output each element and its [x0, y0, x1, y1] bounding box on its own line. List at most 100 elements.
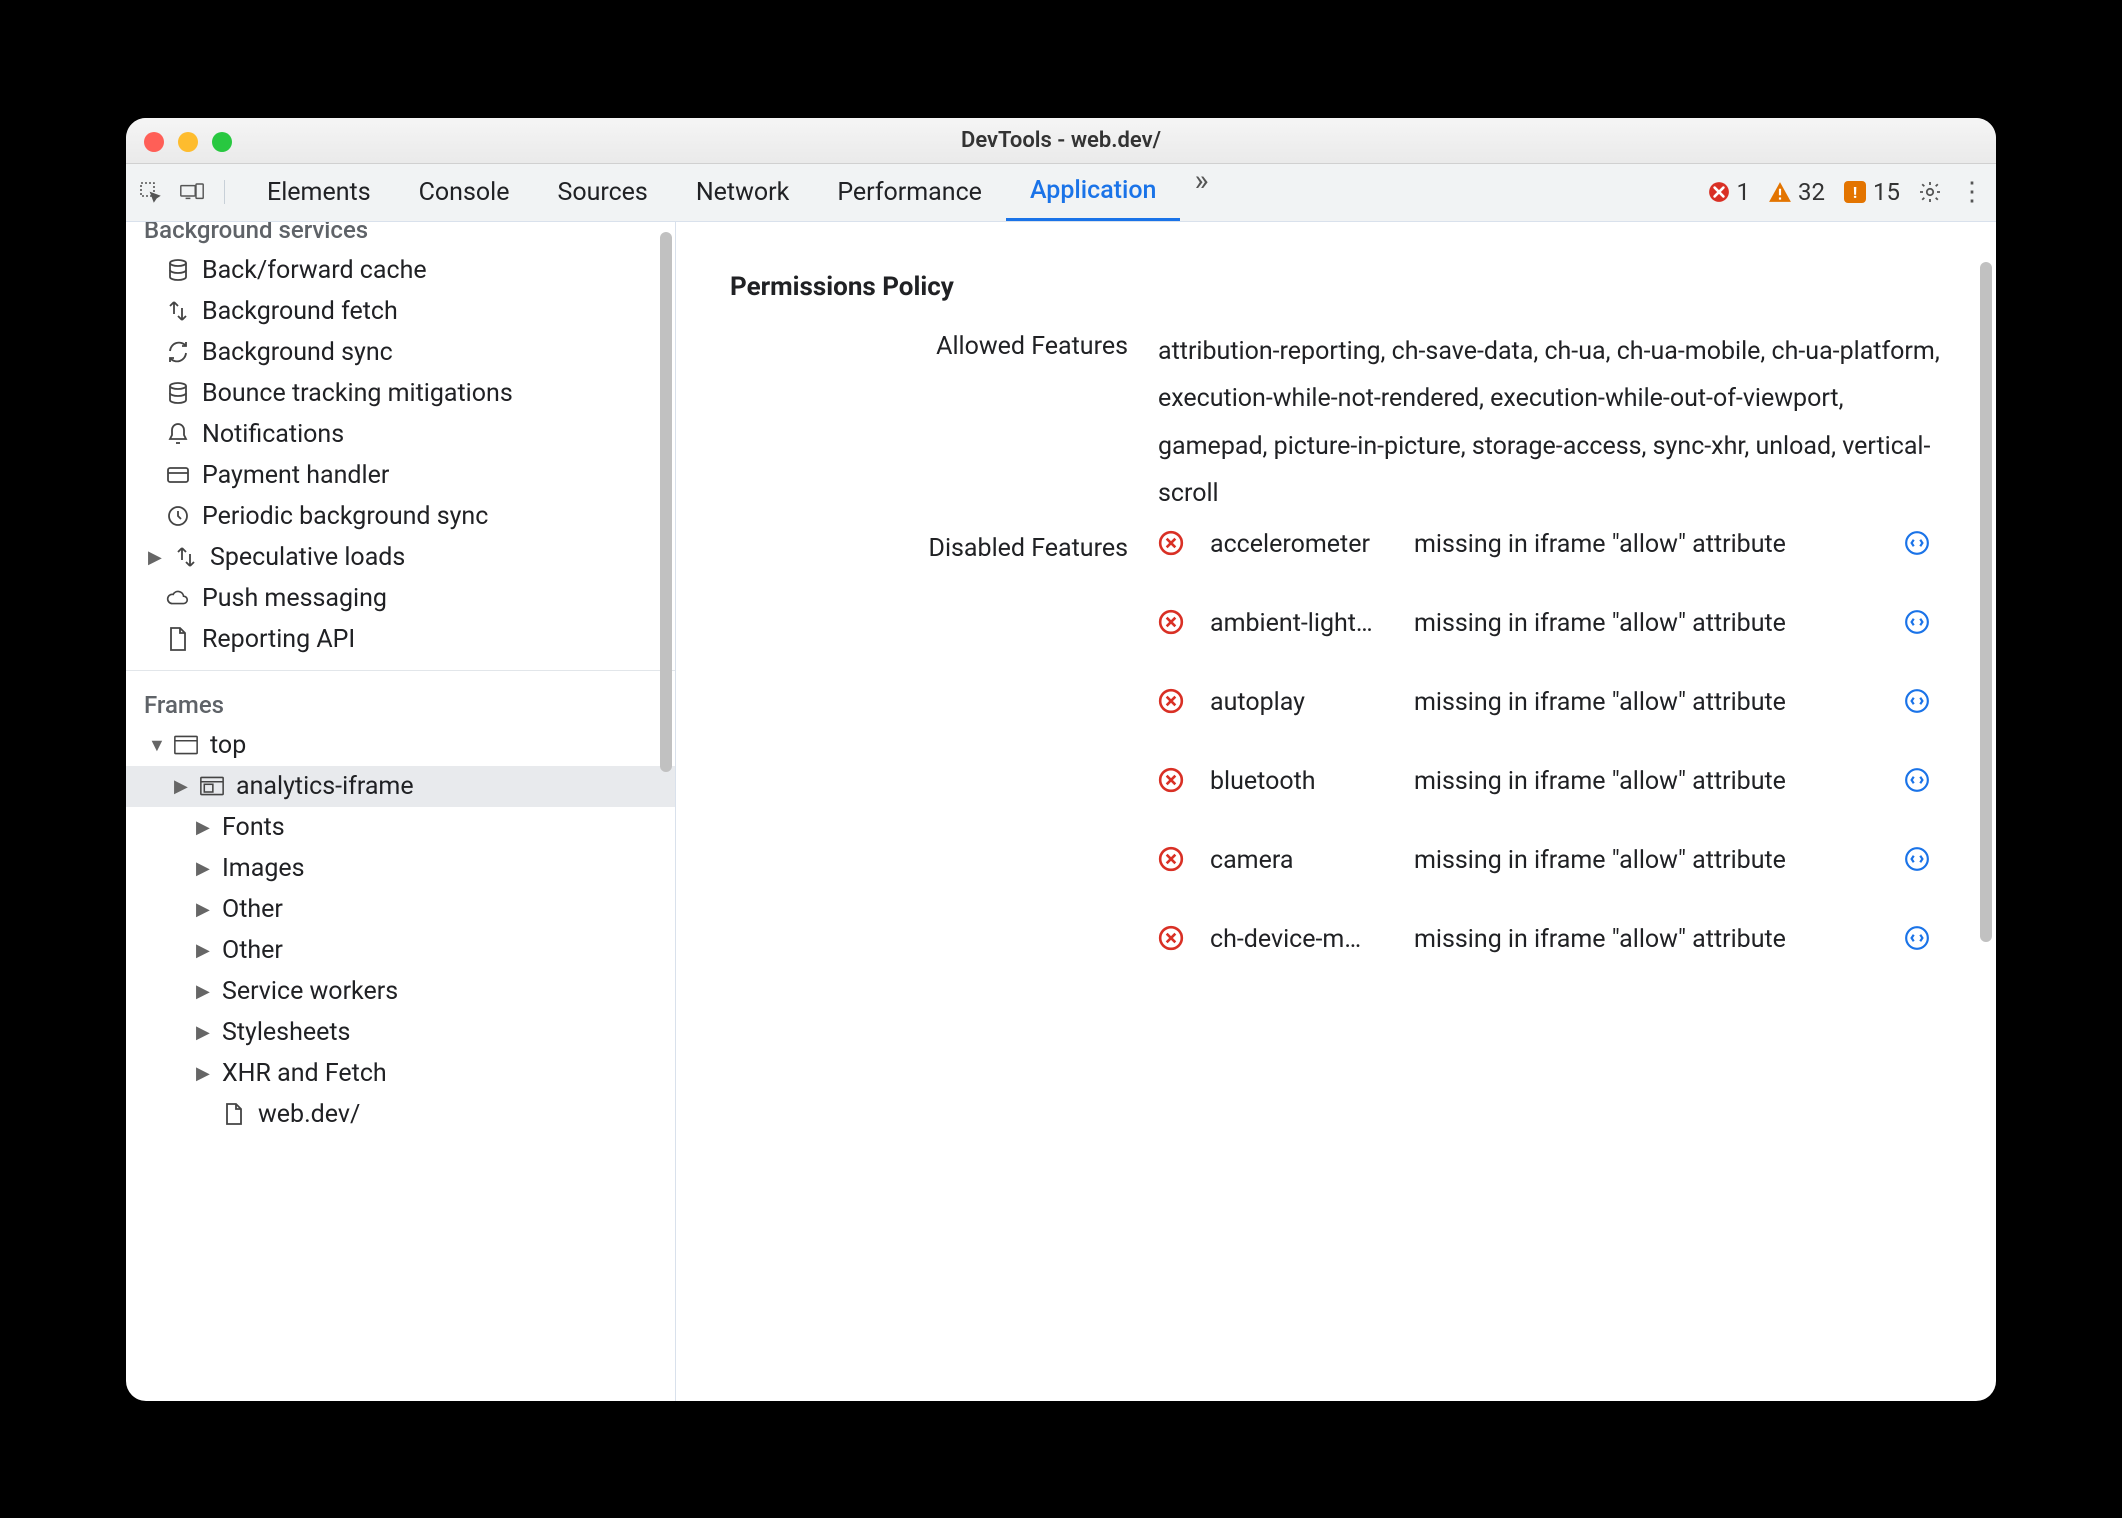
chevron-right-icon: ▶	[196, 858, 210, 879]
database-icon	[166, 258, 190, 282]
disabled-features-label: Disabled Features	[728, 530, 1128, 563]
window-titlebar: DevTools - web.dev/	[126, 118, 1996, 164]
error-count[interactable]: 1	[1707, 178, 1751, 206]
chevron-right-icon: ▶	[196, 817, 210, 838]
devtools-toolbar: Elements Console Sources Network Perform…	[126, 164, 1996, 222]
bell-icon	[166, 422, 190, 446]
error-count-value: 1	[1737, 178, 1751, 206]
reveal-in-elements-icon[interactable]	[1904, 609, 1944, 638]
traffic-lights	[144, 132, 232, 152]
sidebar-item-speculative-loads[interactable]: ▶ Speculative loads	[126, 537, 675, 578]
inspect-icon[interactable]	[138, 180, 162, 204]
sidebar-item-payment-handler[interactable]: Payment handler	[126, 455, 675, 496]
sidebar-item-label: analytics-iframe	[236, 772, 414, 801]
blocked-icon	[1158, 609, 1196, 638]
reveal-in-elements-icon[interactable]	[1904, 688, 1944, 717]
gear-icon[interactable]	[1918, 180, 1942, 204]
warning-icon	[1768, 180, 1792, 204]
tab-sources[interactable]: Sources	[533, 163, 671, 221]
blocked-icon	[1158, 688, 1196, 717]
sidebar-item-background-fetch[interactable]: Background fetch	[126, 291, 675, 332]
sidebar-item-label: Notifications	[202, 420, 344, 449]
sidebar-item-label: Stylesheets	[222, 1018, 350, 1047]
sidebar-item-label: Service workers	[222, 977, 398, 1006]
sidebar-item-bounce-tracking[interactable]: Bounce tracking mitigations	[126, 373, 675, 414]
issues-count[interactable]: ! 15	[1843, 178, 1900, 206]
content-pane: Permissions Policy Allowed Features attr…	[676, 222, 1996, 1401]
sidebar-item-reporting-api[interactable]: Reporting API	[126, 619, 675, 660]
minimize-window-button[interactable]	[178, 132, 198, 152]
tab-application[interactable]: Application	[1006, 163, 1181, 221]
disabled-feature-reason: missing in iframe "allow" attribute	[1414, 925, 1890, 954]
frame-icon	[174, 733, 198, 757]
sidebar-scrollbar[interactable]	[660, 232, 672, 772]
device-toggle-icon[interactable]	[180, 180, 204, 204]
sidebar-item-label: Background fetch	[202, 297, 398, 326]
reveal-in-elements-icon[interactable]	[1904, 925, 1944, 954]
blocked-icon	[1158, 925, 1196, 954]
database-icon	[166, 381, 190, 405]
tab-network[interactable]: Network	[672, 163, 813, 221]
reveal-in-elements-icon[interactable]	[1904, 530, 1944, 559]
application-sidebar: Background services Back/forward cache B…	[126, 222, 676, 1401]
blocked-icon	[1158, 767, 1196, 796]
chevron-right-icon: ▶	[196, 899, 210, 920]
chevron-right-icon: ▶	[196, 981, 210, 1002]
sync-icon	[166, 340, 190, 364]
sidebar-frame-other-1[interactable]: ▶Other	[126, 889, 675, 930]
sidebar-frame-stylesheets[interactable]: ▶Stylesheets	[126, 1012, 675, 1053]
disabled-feature-reason: missing in iframe "allow" attribute	[1414, 688, 1890, 717]
sidebar-item-push-messaging[interactable]: Push messaging	[126, 578, 675, 619]
sidebar-item-label: top	[210, 731, 246, 760]
zoom-window-button[interactable]	[212, 132, 232, 152]
sidebar-section-background-services: Background services	[126, 222, 675, 250]
sidebar-item-notifications[interactable]: Notifications	[126, 414, 675, 455]
tab-performance[interactable]: Performance	[813, 163, 1006, 221]
reveal-in-elements-icon[interactable]	[1904, 846, 1944, 875]
warning-count[interactable]: 32	[1768, 178, 1825, 206]
sidebar-frame-analytics-iframe[interactable]: ▶ analytics-iframe	[126, 766, 675, 807]
disabled-feature-name: ambient-light…	[1210, 609, 1400, 638]
clock-icon	[166, 504, 190, 528]
close-window-button[interactable]	[144, 132, 164, 152]
kebab-menu-icon[interactable]: ⋮	[1960, 180, 1984, 204]
sidebar-frame-xhr-fetch[interactable]: ▶XHR and Fetch	[126, 1053, 675, 1094]
sidebar-item-label: Background sync	[202, 338, 393, 367]
sidebar-item-label: Other	[222, 936, 283, 965]
chevron-down-icon: ▼	[148, 735, 162, 756]
tabs-overflow-icon[interactable]: »	[1180, 163, 1222, 221]
disabled-feature-name: bluetooth	[1210, 767, 1400, 796]
content-scrollbar[interactable]	[1980, 262, 1992, 942]
sidebar-item-periodic-sync[interactable]: Periodic background sync	[126, 496, 675, 537]
sidebar-frame-other-2[interactable]: ▶Other	[126, 930, 675, 971]
file-icon	[222, 1102, 246, 1126]
sidebar-item-back-forward-cache[interactable]: Back/forward cache	[126, 250, 675, 291]
blocked-icon	[1158, 846, 1196, 875]
sidebar-frame-service-workers[interactable]: ▶ Service workers	[126, 971, 675, 1012]
disabled-feature-name: autoplay	[1210, 688, 1400, 717]
sidebar-frame-webdev[interactable]: web.dev/	[126, 1094, 675, 1135]
disabled-feature-name: accelerometer	[1210, 530, 1400, 559]
chevron-right-icon: ▶	[148, 547, 162, 568]
error-icon	[1707, 180, 1731, 204]
transfer-icon	[166, 299, 190, 323]
card-icon	[166, 463, 190, 487]
reveal-in-elements-icon[interactable]	[1904, 767, 1944, 796]
window-title: DevTools - web.dev/	[126, 128, 1996, 153]
sidebar-item-background-sync[interactable]: Background sync	[126, 332, 675, 373]
disabled-feature-reason: missing in iframe "allow" attribute	[1414, 609, 1890, 638]
disabled-feature-reason: missing in iframe "allow" attribute	[1414, 846, 1890, 875]
file-icon	[166, 627, 190, 651]
disabled-feature-reason: missing in iframe "allow" attribute	[1414, 530, 1890, 559]
sidebar-item-label: Reporting API	[202, 625, 355, 654]
sidebar-item-label: XHR and Fetch	[222, 1059, 387, 1088]
sidebar-item-label: Fonts	[222, 813, 285, 842]
cloud-icon	[166, 586, 190, 610]
issues-count-value: 15	[1873, 178, 1900, 206]
sidebar-frame-top[interactable]: ▼ top	[126, 725, 675, 766]
sidebar-frame-images[interactable]: ▶Images	[126, 848, 675, 889]
tab-console[interactable]: Console	[395, 163, 534, 221]
sidebar-frame-fonts[interactable]: ▶ Fonts	[126, 807, 675, 848]
tab-elements[interactable]: Elements	[243, 163, 395, 221]
disabled-features-table: accelerometer missing in iframe "allow" a…	[1158, 530, 1944, 954]
